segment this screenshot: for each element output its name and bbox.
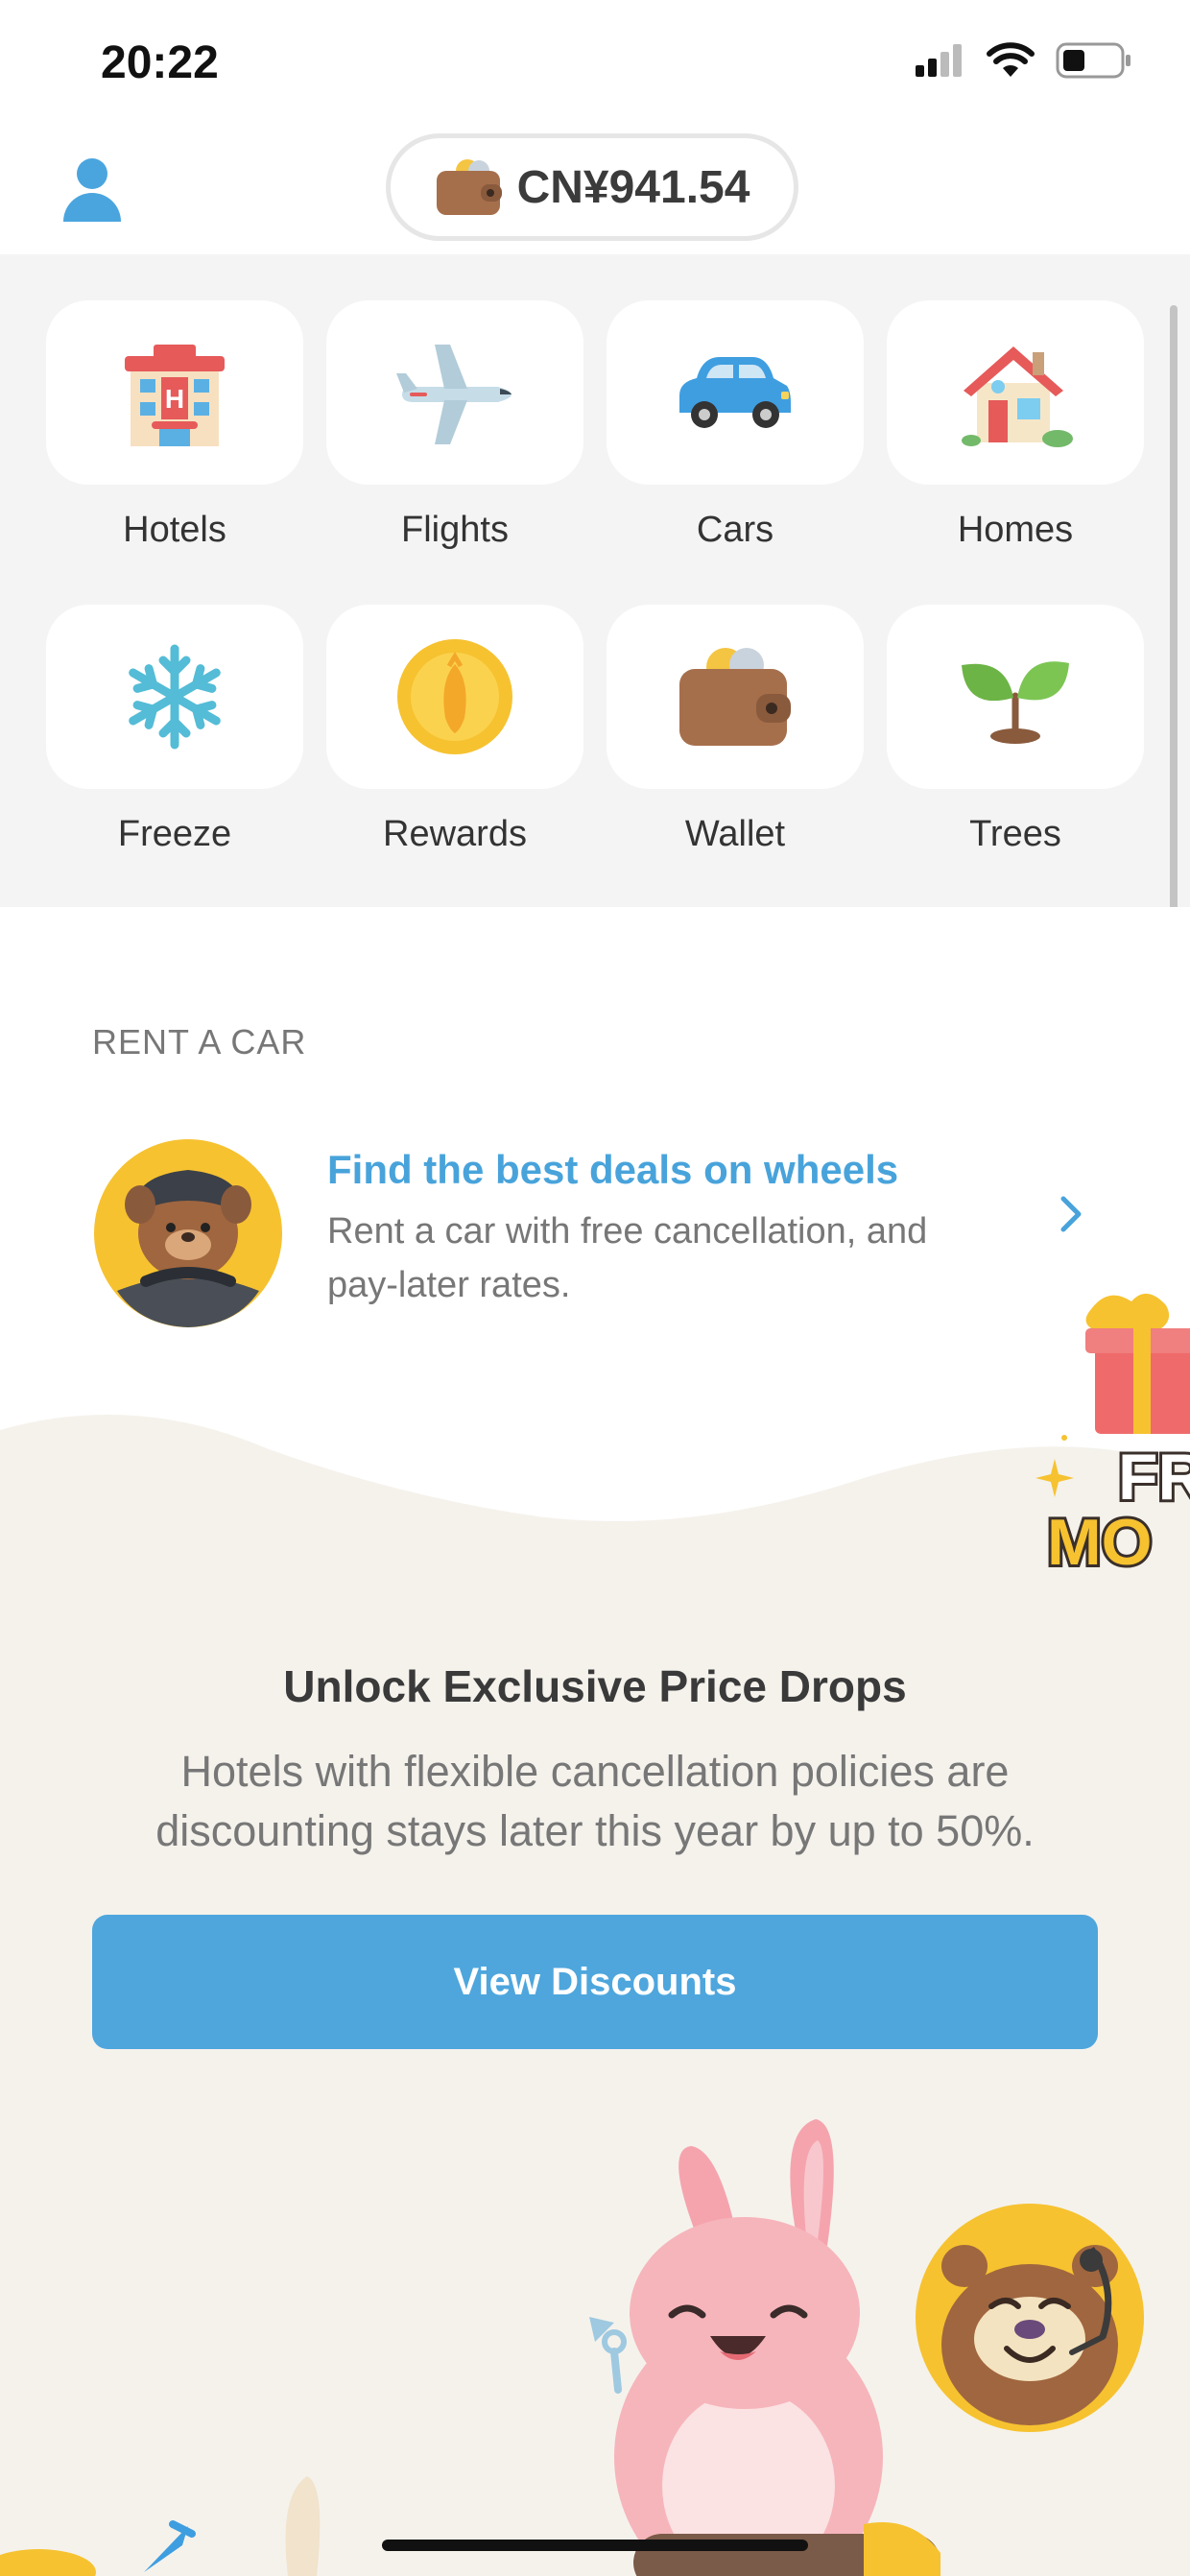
home-indicator[interactable] — [382, 2540, 808, 2551]
svg-text:H: H — [165, 384, 184, 414]
grid-tile[interactable] — [887, 605, 1144, 789]
wallet-icon — [436, 159, 502, 215]
grid-tile[interactable] — [326, 605, 583, 789]
wallet-balance-button[interactable]: CN¥941.54 — [386, 133, 798, 241]
free-money-sticker[interactable]: FR MO — [1032, 1286, 1190, 1593]
grid-tile[interactable] — [607, 300, 864, 485]
grid-tile[interactable] — [46, 605, 303, 789]
grid-item-freeze[interactable]: Freeze — [46, 605, 303, 855]
snowflake-icon — [129, 644, 221, 750]
grid-item-label: Wallet — [684, 814, 786, 854]
grid-item-homes[interactable]: Homes — [887, 300, 1144, 551]
cellular-signal-icon — [916, 44, 962, 77]
rent-car-card[interactable]: Find the best deals on wheels Rent a car… — [92, 1137, 1090, 1329]
grid-tile[interactable] — [607, 605, 864, 789]
chevron-right-icon[interactable] — [1052, 1185, 1090, 1243]
sticker-text-line2: MO — [1047, 1506, 1153, 1579]
status-bar: 20:22 — [0, 0, 1190, 130]
decorative-illustration — [0, 2476, 321, 2576]
status-icons — [916, 42, 1132, 79]
top-header: CN¥941.54 — [0, 130, 1190, 254]
wave-divider — [0, 1401, 1190, 1521]
grid-item-hotels[interactable]: H Hotels — [46, 300, 303, 551]
category-grid: H Hotels Flights Cars Homes Freeze Rewar… — [0, 254, 1190, 907]
rent-car-title: Find the best deals on wheels — [327, 1147, 899, 1192]
grid-item-trees[interactable]: Trees — [887, 605, 1144, 855]
rent-a-car-section: RENT A CAR Find the best deals on wheels… — [0, 907, 1190, 1406]
view-discounts-button[interactable]: View Discounts — [92, 1915, 1098, 2049]
grid-item-label: Rewards — [383, 814, 527, 854]
grid-item-cars[interactable]: Cars — [607, 300, 864, 551]
grid-tile[interactable] — [887, 300, 1144, 485]
wifi-icon — [987, 42, 1035, 77]
promo-description: Hotels with flexible cancellation polici… — [155, 1747, 1035, 1855]
grid-tile[interactable]: H — [46, 300, 303, 485]
bear-driver-icon — [94, 1139, 282, 1327]
support-bear-button[interactable] — [915, 2203, 1145, 2433]
grid-item-wallet[interactable]: Wallet — [607, 605, 864, 855]
grid-item-label: Flights — [401, 510, 509, 550]
airplane-icon — [396, 345, 512, 444]
sticker-text-line1: FR — [1118, 1441, 1190, 1514]
grid-item-label: Hotels — [123, 510, 226, 550]
profile-icon[interactable] — [61, 156, 123, 222]
status-time: 20:22 — [101, 37, 219, 88]
rent-car-description: Rent a car with free cancellation, and p… — [327, 1211, 928, 1305]
grid-tile[interactable] — [326, 300, 583, 485]
grid-item-label: Freeze — [117, 814, 232, 854]
section-heading: RENT A CAR — [92, 1022, 307, 1061]
promo-title: Unlock Exclusive Price Drops — [283, 1661, 907, 1711]
house-icon — [962, 346, 1073, 447]
battery-icon — [1056, 42, 1130, 79]
grid-item-label: Trees — [969, 814, 1061, 854]
grid-item-flights[interactable]: Flights — [326, 300, 583, 551]
sprout-icon — [962, 661, 1069, 744]
grid-item-label: Cars — [696, 510, 774, 550]
wallet-icon — [679, 648, 791, 746]
hotel-icon: H — [125, 345, 225, 446]
grid-item-label: Homes — [957, 510, 1074, 550]
wallet-balance: CN¥941.54 — [516, 161, 750, 213]
car-icon — [679, 357, 791, 428]
grid-item-rewards[interactable]: Rewards — [326, 605, 583, 855]
coin-icon — [397, 639, 512, 754]
